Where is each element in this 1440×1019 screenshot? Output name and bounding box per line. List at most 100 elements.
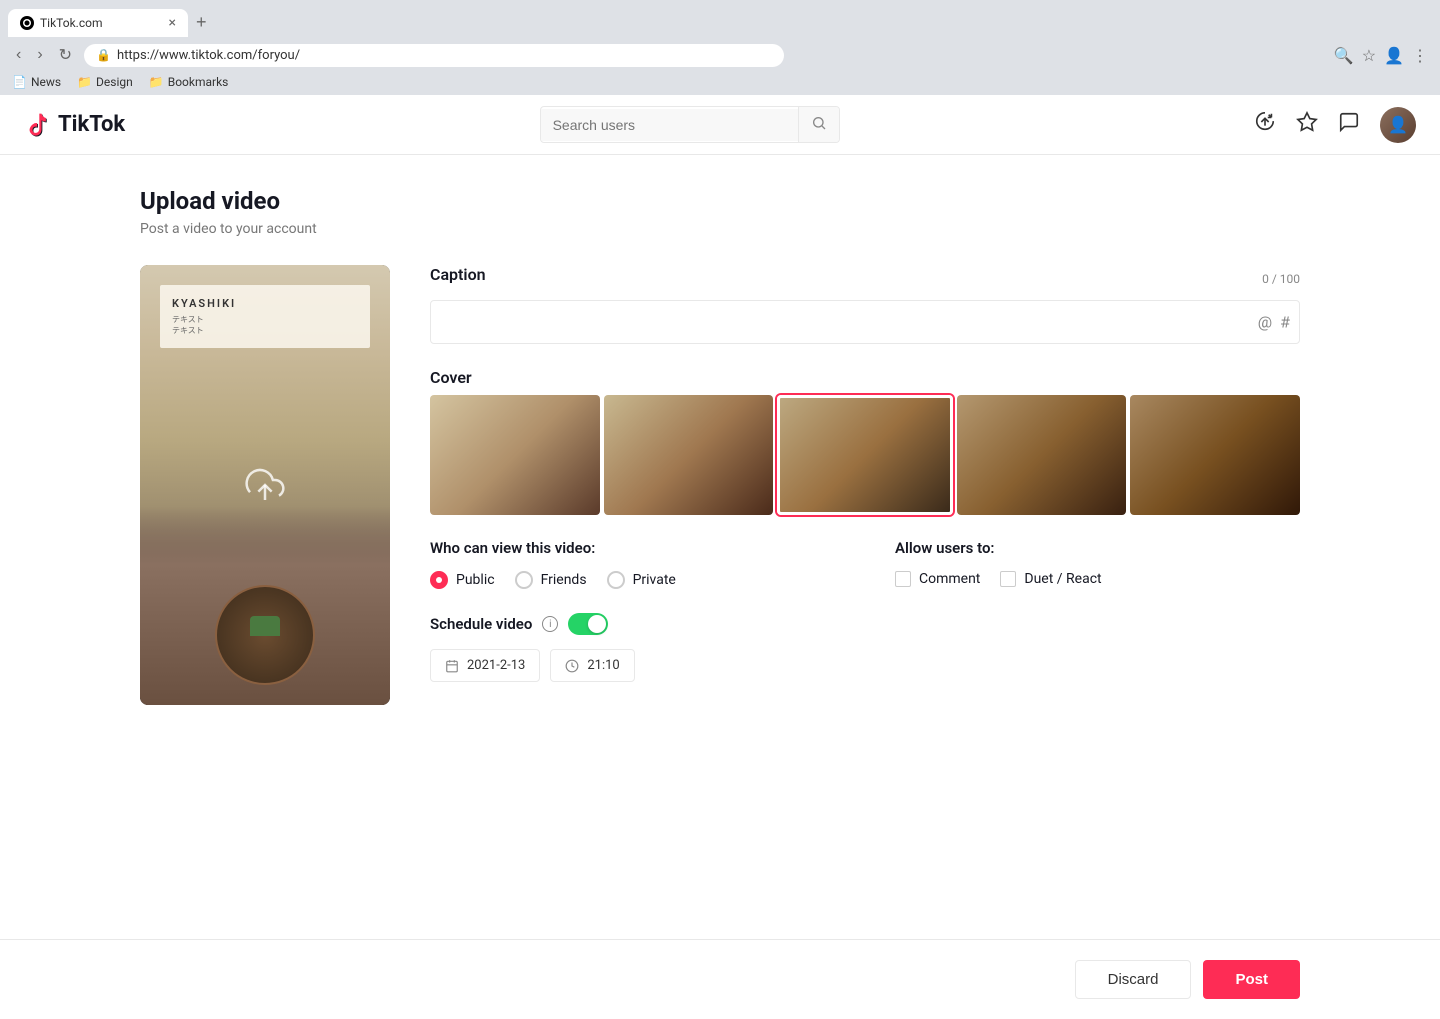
new-tab-button[interactable]: + [188,8,215,37]
caption-header: Caption 0 / 100 [430,265,1300,292]
bookmark-news[interactable]: 📄 News [12,75,61,89]
lock-icon: 🔒 [96,48,111,62]
caption-label: Caption [430,265,486,284]
browser-chrome: TikTok.com × + ‹ › ↻ 🔒 https://www.tikto… [0,0,1440,95]
tab-title: TikTok.com [40,16,163,30]
browser-tab[interactable]: TikTok.com × [8,9,188,37]
schedule-date-picker[interactable]: 2021-2-13 [430,649,540,682]
address-text: https://www.tiktok.com/foryou/ [117,48,300,63]
video-content: KYASHIKI テキストテキスト [140,265,390,705]
checkbox-duet[interactable]: Duet / React [1000,571,1101,587]
video-card-overlay: KYASHIKI テキストテキスト [160,285,370,348]
cover-thumb-2[interactable] [604,395,774,515]
browser-search-icon[interactable]: 🔍 [1334,46,1354,65]
app-header: TikTok 👤 [0,95,1440,155]
form-section: Caption 0 / 100 @ # Cover [430,265,1300,706]
radio-public[interactable]: Public [430,571,495,589]
upload-icon[interactable] [1254,111,1276,138]
radio-public-circle [430,571,448,589]
video-preview: KYASHIKI テキストテキスト [140,265,390,705]
user-avatar[interactable]: 👤 [1380,107,1416,143]
back-button[interactable]: ‹ [12,44,25,66]
checkbox-duet-box [1000,571,1016,587]
cover-thumb-5[interactable] [1130,395,1300,515]
forward-button[interactable]: › [33,44,46,66]
search-icon [811,115,827,131]
visibility-section: Who can view this video: Public Friends [430,539,1300,589]
clock-icon [565,659,579,673]
cover-thumbnails [430,395,1300,515]
tab-close-button[interactable]: × [169,15,176,31]
upload-cloud-icon [245,465,285,505]
caption-counter: 0 / 100 [1262,272,1300,286]
search-button[interactable] [798,107,839,142]
bookmark-bookmarks[interactable]: 📁 Bookmarks [149,75,229,89]
cover-group: Cover [430,368,1300,515]
filter-icon[interactable] [1296,111,1318,138]
cover-thumb-3[interactable] [777,395,953,515]
cover-thumb-4[interactable] [957,395,1127,515]
bookmark-bookmarks-icon: 📁 [149,75,164,89]
bookmarks-bar: 📄 News 📁 Design 📁 Bookmarks [0,73,1440,95]
favicon [20,16,34,30]
bookmark-news-icon: 📄 [12,75,27,89]
hash-icon[interactable]: # [1280,313,1290,332]
at-icon[interactable]: @ [1258,313,1272,332]
message-icon[interactable] [1338,111,1360,138]
visibility-title: Who can view this video: [430,539,835,557]
radio-private-circle [607,571,625,589]
caption-input-wrap: @ # [430,300,1300,344]
schedule-header: Schedule video i [430,613,1300,635]
cup-mock [215,585,315,685]
checkbox-comment-box [895,571,911,587]
caption-input[interactable] [430,300,1300,344]
bookmark-design[interactable]: 📁 Design [77,75,133,89]
browser-avatar-icon[interactable]: 👤 [1384,46,1404,65]
search-bar[interactable] [540,106,840,143]
checkbox-comment[interactable]: Comment [895,571,980,587]
toggle-knob [588,615,606,633]
checkbox-group: Comment Duet / React [895,571,1300,587]
schedule-time-value: 21:10 [587,658,619,673]
schedule-date-value: 2021-2-13 [467,658,525,673]
browser-star-icon[interactable]: ☆ [1362,46,1376,65]
radio-friends[interactable]: Friends [515,571,587,589]
browser-actions: 🔍 ☆ 👤 ⋮ [1334,46,1428,65]
refresh-button[interactable]: ↻ [55,43,76,67]
page-subtitle: Post a video to your account [140,221,1300,237]
leaf-mock [250,616,280,636]
address-bar[interactable]: 🔒 https://www.tiktok.com/foryou/ [84,44,784,67]
bookmark-bookmarks-label: Bookmarks [168,75,229,89]
discard-button[interactable]: Discard [1075,960,1192,999]
schedule-datetime: 2021-2-13 21:10 [430,649,1300,682]
footer-actions: Discard Post [0,939,1440,1019]
cover-label: Cover [430,368,1300,387]
schedule-section: Schedule video i 2021-2-13 [430,613,1300,682]
checkbox-comment-label: Comment [919,571,980,587]
post-button[interactable]: Post [1203,960,1300,999]
info-icon[interactable]: i [542,616,558,632]
browser-menu-icon[interactable]: ⋮ [1412,46,1428,65]
bookmark-design-icon: 📁 [77,75,92,89]
radio-friends-circle [515,571,533,589]
main-content: Upload video Post a video to your accoun… [0,155,1440,738]
upload-overlay [245,465,285,505]
radio-group: Public Friends Private [430,571,835,589]
cover-thumb-1[interactable] [430,395,600,515]
avatar-image: 👤 [1388,115,1408,134]
allow-group: Allow users to: Comment Duet / React [895,539,1300,589]
bookmark-news-label: News [31,75,61,89]
radio-private-label: Private [633,572,676,588]
header-actions: 👤 [1254,107,1416,143]
schedule-time-picker[interactable]: 21:10 [550,649,634,682]
visibility-group: Who can view this video: Public Friends [430,539,835,589]
caption-group: Caption 0 / 100 @ # [430,265,1300,344]
browser-toolbar: ‹ › ↻ 🔒 https://www.tiktok.com/foryou/ 🔍… [0,37,1440,73]
checkbox-duet-label: Duet / React [1024,571,1101,587]
schedule-toggle[interactable] [568,613,608,635]
search-input[interactable] [541,109,798,141]
logo[interactable]: TikTok [24,111,125,139]
radio-private[interactable]: Private [607,571,676,589]
radio-friends-label: Friends [541,572,587,588]
caption-icons: @ # [1258,313,1290,332]
